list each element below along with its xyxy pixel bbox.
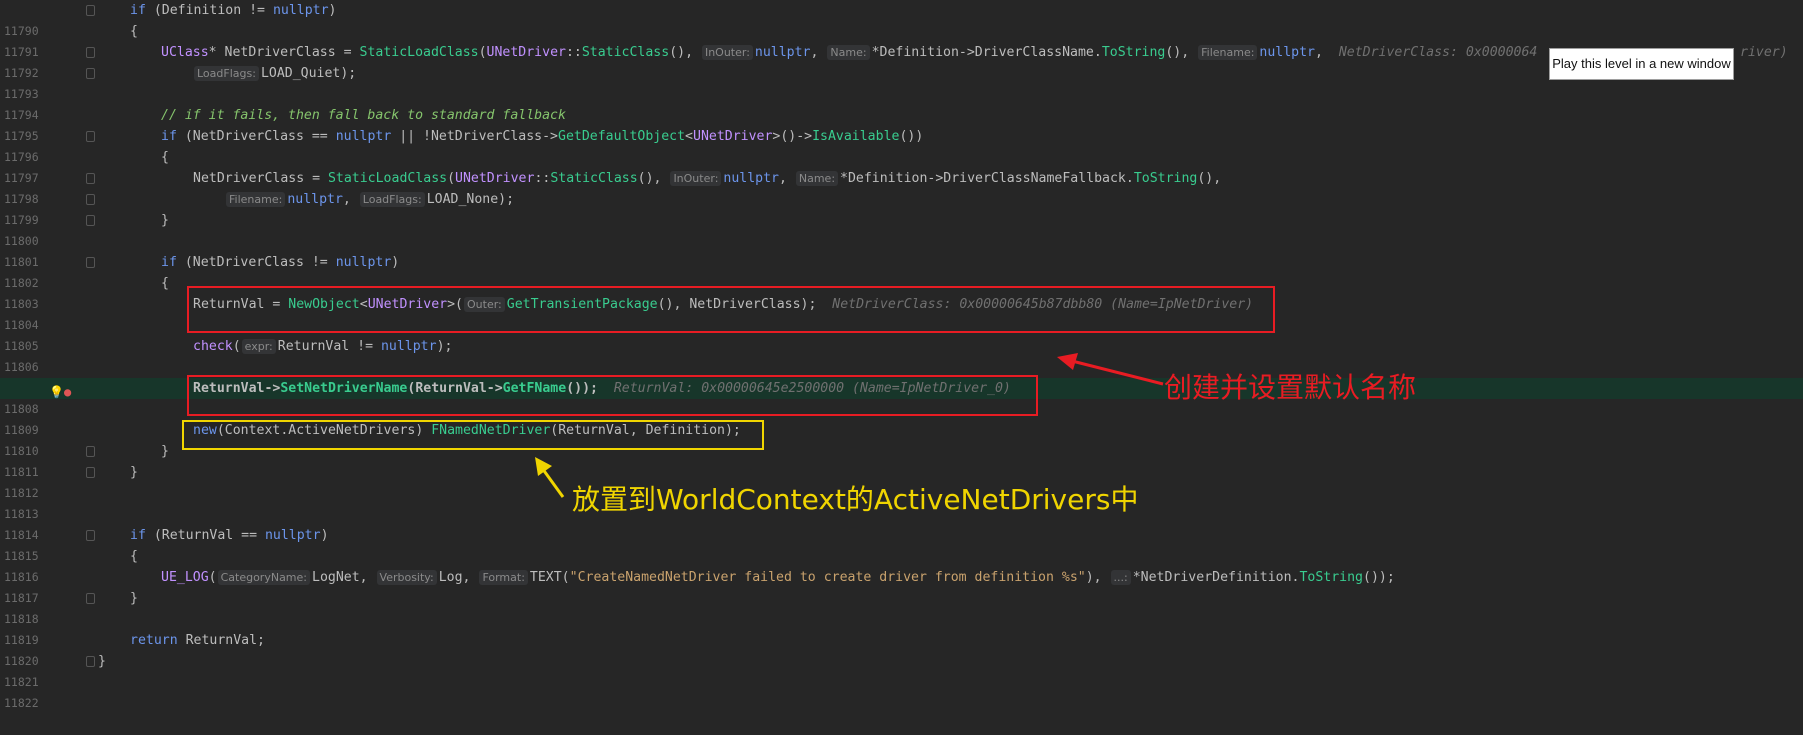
red-arrow-line <box>1071 359 1164 386</box>
line-number: 11822 <box>4 696 39 710</box>
yellow-arrow-head <box>535 457 552 476</box>
annotation-text-red: 创建并设置默认名称 <box>1164 371 1417 404</box>
annotation-arrows <box>535 353 1164 498</box>
play-level-tooltip: Play this level in a new window <box>1549 48 1734 80</box>
yellow-arrow-line <box>540 467 565 498</box>
red-arrow-head <box>1057 353 1078 370</box>
annotation-text-yellow: 放置到WorldContext的ActiveNetDrivers中 <box>572 483 1139 516</box>
